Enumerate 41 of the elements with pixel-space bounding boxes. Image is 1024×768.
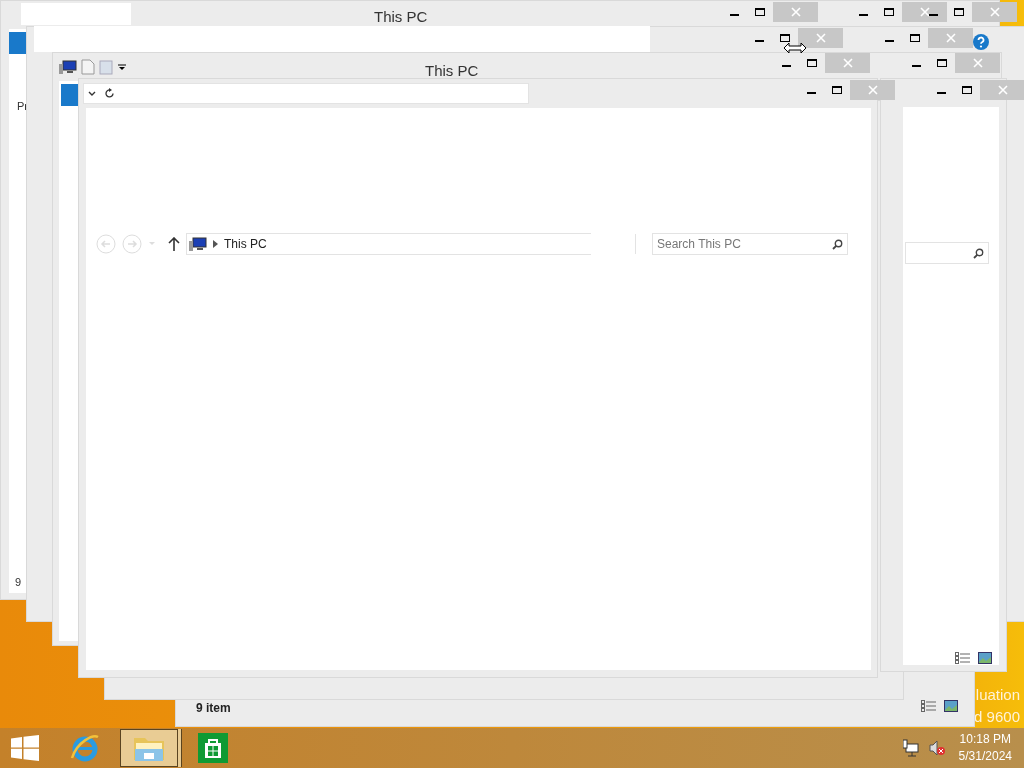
chevron-down-icon [88, 90, 96, 97]
chevron-right-icon [213, 240, 218, 248]
speaker-muted-icon[interactable] [928, 740, 945, 756]
help-icon[interactable] [973, 34, 989, 50]
file-tab[interactable] [9, 32, 27, 54]
desktop-watermark-text: d 9600 [974, 707, 1020, 727]
address-field[interactable] [83, 83, 529, 104]
search-field[interactable] [905, 242, 989, 264]
file-tab[interactable] [61, 84, 79, 106]
status-text: 9 item [196, 700, 231, 717]
close-icon [867, 85, 878, 95]
address-bar[interactable]: This PC [186, 233, 591, 255]
refresh-icon [104, 88, 115, 99]
large-icons-view-icon[interactable] [978, 652, 992, 664]
network-icon[interactable] [902, 739, 919, 757]
computer-icon [59, 59, 77, 75]
dropdown-icon[interactable] [117, 62, 127, 72]
close-icon [997, 85, 1008, 95]
close-icon [815, 33, 826, 43]
close-icon [842, 58, 853, 68]
desktop-watermark-text: luation [975, 685, 1020, 705]
close-icon [945, 33, 956, 43]
windows-logo-icon [11, 735, 39, 761]
close-icon [989, 7, 1000, 17]
search-icon [973, 247, 984, 259]
status-text: 9 [15, 575, 22, 590]
window-title: This PC [374, 7, 428, 27]
computer-icon [189, 236, 207, 252]
breadcrumb-item[interactable]: This PC [224, 235, 267, 253]
search-icon [832, 238, 843, 250]
close-icon [919, 7, 930, 17]
close-icon [790, 7, 801, 17]
search-field[interactable]: Search This PC [652, 233, 848, 255]
close-icon [972, 58, 983, 68]
up-arrow-icon[interactable] [168, 237, 180, 251]
store-icon [198, 733, 228, 763]
browser-icon [69, 732, 101, 764]
details-view-icon[interactable] [921, 700, 936, 712]
details-view-icon[interactable] [955, 652, 970, 664]
large-icons-view-icon[interactable] [944, 700, 958, 712]
window-title: This PC [425, 61, 479, 81]
